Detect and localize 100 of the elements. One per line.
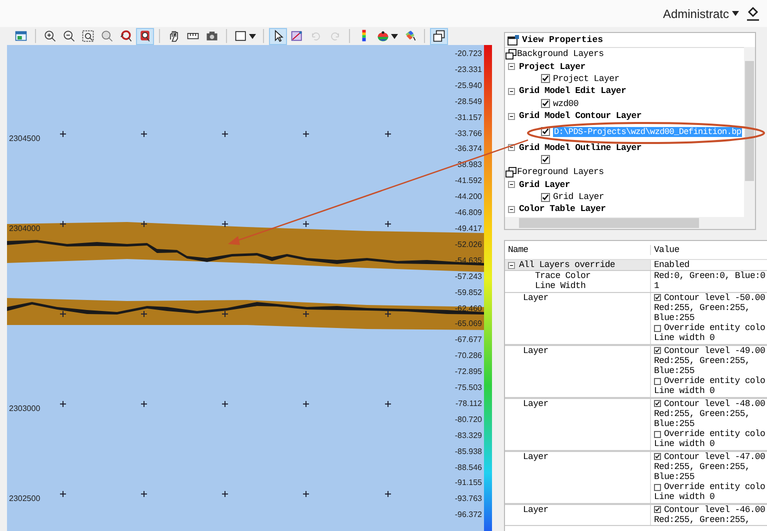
zoom-extent-icon	[100, 29, 114, 43]
layer-view-icon	[14, 29, 28, 43]
zoom-selection-icon	[138, 29, 152, 43]
scale-value: -93.763	[454, 493, 482, 506]
northing-label: 2303000	[9, 404, 40, 414]
collapse-toggle[interactable]	[508, 181, 515, 188]
vertical-scrollbar[interactable]	[744, 47, 755, 217]
value-checkbox[interactable]	[654, 484, 661, 491]
caret-icon	[391, 34, 398, 38]
value-checkbox[interactable]	[654, 453, 661, 460]
horizontal-scrollbar[interactable]	[505, 217, 755, 229]
layer-group-label[interactable]: Grid Model Outline Layer	[519, 142, 642, 153]
scale-value: -67.677	[454, 334, 482, 346]
collapse-toggle[interactable]	[508, 262, 515, 269]
layer-checkbox[interactable]	[541, 192, 550, 202]
layer-item-label[interactable]: wzd00	[553, 98, 579, 109]
value-text: Enabled	[654, 260, 690, 270]
camera-icon	[205, 29, 219, 43]
layer-group-label[interactable]: Color Table Layer	[519, 204, 606, 214]
property-name: All Layers override	[519, 260, 615, 270]
paint-icon	[403, 29, 417, 43]
collapse-toggle[interactable]	[508, 112, 515, 120]
value-checkbox[interactable]	[654, 378, 661, 385]
value-text: Red:255, Green:255,	[654, 356, 750, 366]
value-text: Blue:255	[654, 419, 694, 430]
layer-group-label[interactable]: Grid Model Edit Layer	[519, 86, 626, 96]
scale-value: -75.503	[454, 382, 482, 394]
layer-item-label[interactable]: Project Layer	[553, 74, 620, 84]
property-name: Trace Color	[535, 271, 591, 282]
collapse-toggle[interactable]	[508, 88, 515, 95]
layer-group-label[interactable]: Project Layer	[519, 62, 586, 72]
value-checkbox[interactable]	[654, 506, 661, 514]
scale-value: -54.635	[454, 254, 482, 267]
layer-checkbox[interactable]	[541, 155, 550, 164]
northing-label: 2304000	[9, 224, 40, 234]
value-checkbox[interactable]	[654, 347, 661, 354]
column-header: Name	[507, 245, 530, 255]
zoom-out-icon	[62, 29, 76, 43]
value-text: Blue:255	[654, 472, 694, 482]
value-checkbox[interactable]	[654, 430, 661, 438]
layer-checkbox[interactable]	[541, 74, 550, 84]
property-name: Layer	[523, 346, 548, 356]
value-text: Red:255, Green:255,	[654, 514, 750, 526]
value-text: Contour level -47.00	[664, 452, 766, 462]
diamond-icon[interactable]	[745, 6, 761, 20]
property-name: Layer	[523, 292, 548, 303]
pan-icon	[167, 29, 181, 43]
scale-value: -41.592	[454, 175, 482, 188]
scale-value: -23.331	[454, 64, 482, 76]
value-text: Blue:255	[654, 313, 694, 324]
property-name: Line Width	[535, 281, 586, 292]
scale-value: -83.329	[454, 430, 482, 442]
scale-value: -31.157	[454, 112, 482, 124]
value-text: Line width 0	[654, 492, 715, 503]
layer-checkbox[interactable]	[541, 99, 550, 108]
property-name: Layer	[523, 398, 548, 409]
caret-icon	[249, 34, 256, 38]
scale-value: -88.546	[454, 462, 482, 474]
value-text: Red:255, Green:255,	[654, 408, 750, 420]
scale-value: -20.723	[454, 48, 482, 60]
value-checkbox[interactable]	[654, 400, 661, 408]
scale-value: -49.417	[454, 222, 482, 235]
value-text: Red:255, Green:255,	[654, 462, 750, 472]
zoom-window-icon	[81, 29, 95, 43]
value-text: Blue:255	[654, 366, 694, 376]
user-menu[interactable]: Administratc	[662, 6, 739, 20]
edit-points-icon	[290, 29, 304, 43]
value-text: Contour level -49.00	[664, 346, 766, 356]
value-text: Red:0, Green:0, Blue:0	[654, 271, 766, 282]
collapse-toggle[interactable]	[508, 206, 515, 213]
caret-icon	[732, 11, 739, 16]
scale-value: -59.852	[454, 286, 482, 299]
layer-item-label[interactable]: Grid Layer	[553, 192, 604, 202]
scale-value: -28.549	[454, 96, 482, 108]
windows-button[interactable]	[430, 28, 448, 44]
value-text: Line width 0	[654, 386, 715, 397]
layer-group-label[interactable]: Grid Model Contour Layer	[519, 111, 642, 122]
zoom-selection-button[interactable]	[136, 28, 154, 44]
layer-section-label: Background Layers	[517, 49, 604, 60]
select-shape-icon	[234, 29, 248, 43]
scale-value: -70.286	[454, 350, 482, 362]
value-text: Contour level -48.00	[664, 398, 766, 409]
value-text: 1	[654, 281, 660, 292]
scale-value: -33.766	[454, 128, 482, 140]
value-text: Contour level -46.00	[664, 504, 766, 515]
value-text: Line width 0	[654, 439, 715, 450]
layer-section-label: Foreground Layers	[517, 167, 604, 178]
pointer-button[interactable]	[269, 28, 287, 44]
scale-value: -78.112	[455, 398, 482, 410]
layer-group-label[interactable]: Grid Layer	[519, 180, 570, 190]
value-checkbox[interactable]	[654, 324, 661, 332]
value-text: Red:255, Green:255,	[654, 302, 750, 314]
collapse-toggle[interactable]	[508, 63, 515, 70]
property-name: Layer	[523, 452, 548, 462]
value-checkbox[interactable]	[654, 294, 661, 302]
scale-value: -36.374	[454, 143, 482, 156]
value-text: Contour level -50.00	[664, 292, 766, 303]
value-text: Override entity colo	[664, 429, 766, 440]
map-view[interactable]	[7, 45, 484, 531]
zoom-previous-icon	[119, 29, 133, 43]
